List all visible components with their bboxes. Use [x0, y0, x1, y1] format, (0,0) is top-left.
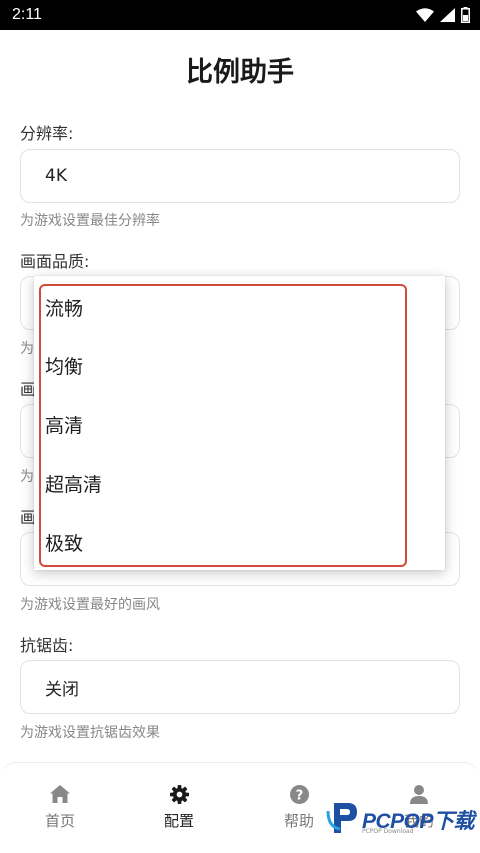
wifi-icon — [416, 8, 434, 22]
dropdown-option[interactable]: 高清 — [34, 395, 445, 453]
tab-home[interactable]: 首页 — [20, 783, 100, 831]
resolution-hint: 为游戏设置最佳分辨率 — [20, 213, 160, 229]
resolution-value: 4K — [45, 166, 67, 186]
pcpop-logo-icon — [326, 801, 358, 839]
quality-dropdown-menu: 流畅 均衡 高清 超高清 极致 — [34, 276, 445, 570]
antialias-value: 关闭 — [45, 679, 79, 700]
antialias-label: 抗锯齿: — [20, 636, 74, 655]
watermark-subtext: PCPOP Download — [362, 828, 414, 835]
help-icon: ? — [289, 783, 309, 805]
page-title: 比例助手 — [186, 57, 294, 88]
framerate-hint: 为 — [20, 469, 34, 485]
tab-config-label: 配置 — [163, 812, 194, 830]
status-time: 2:11 — [12, 6, 42, 23]
tab-config[interactable]: 配置 — [139, 783, 219, 831]
antialias-hint: 为游戏设置抗锯齿效果 — [20, 725, 160, 741]
resolution-select[interactable]: 4K — [20, 149, 460, 203]
dropdown-option[interactable]: 极致 — [34, 513, 445, 571]
dropdown-option[interactable]: 流畅 — [34, 278, 445, 336]
svg-text:?: ? — [295, 788, 303, 803]
signal-icon — [440, 8, 455, 22]
antialias-select[interactable]: 关闭 — [20, 660, 460, 714]
tab-home-label: 首页 — [44, 812, 75, 830]
quality-hint: 为 — [20, 341, 34, 357]
status-bar: 2:11 — [0, 0, 480, 30]
dropdown-option[interactable]: 均衡 — [34, 336, 445, 394]
quality-label: 画面品质: — [20, 252, 90, 271]
watermark: PCPOP下载 PCPOP Download — [326, 800, 480, 840]
tab-help-label: 帮助 — [283, 812, 314, 830]
dropdown-option[interactable]: 超高清 — [34, 454, 445, 512]
resolution-label: 分辨率: — [20, 124, 74, 143]
status-icons — [416, 7, 470, 23]
home-icon — [50, 783, 70, 805]
style-hint: 为游戏设置最好的画风 — [20, 597, 160, 613]
battery-icon — [461, 7, 470, 23]
gear-icon — [169, 783, 189, 805]
